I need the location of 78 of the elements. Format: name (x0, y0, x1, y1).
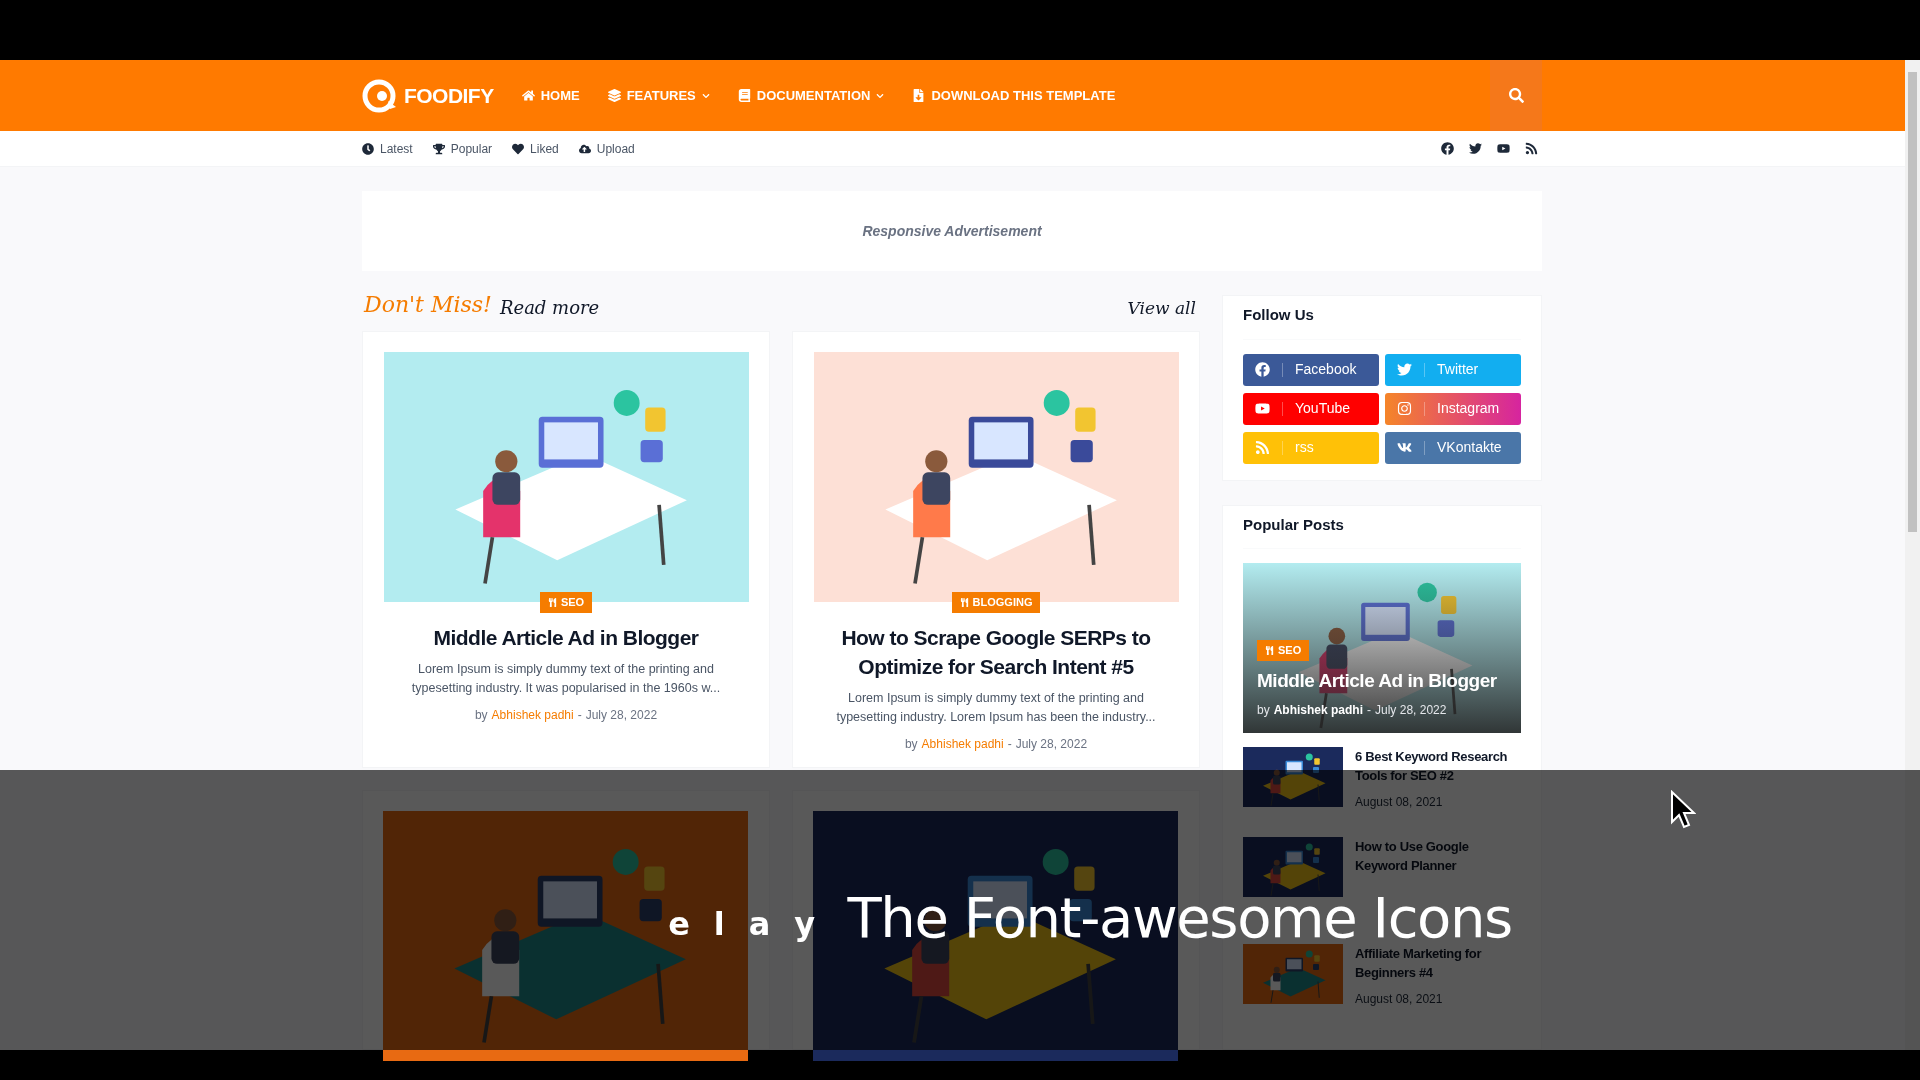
byline-prefix: by (474, 706, 488, 724)
caption-text: The Font-awesome Icons (847, 890, 1512, 946)
popular-post-title[interactable]: How to Use Google Keyword Planner (1355, 837, 1521, 875)
secondary-link[interactable]: Latest (362, 139, 413, 158)
widget-title: Popular Posts (1243, 513, 1521, 549)
trophy-icon (432, 142, 445, 155)
separator: - (1007, 735, 1012, 753)
category-tag[interactable]: SEO (1257, 640, 1310, 661)
separator: - (1367, 702, 1372, 719)
widget-title: Follow Us (1243, 304, 1521, 340)
file-icon (912, 89, 926, 102)
social-link[interactable] (1497, 142, 1510, 155)
twitter-icon (1469, 142, 1482, 155)
social-button[interactable]: Instagram (1385, 392, 1521, 425)
cursor-icon (1670, 790, 1696, 830)
heart-icon (512, 142, 525, 155)
book-icon (737, 89, 751, 102)
secondary-link[interactable]: Upload (578, 139, 635, 158)
byline-prefix: by (1257, 702, 1270, 719)
youtube-icon (1255, 401, 1270, 416)
utensils-icon (959, 597, 969, 607)
secondary-link[interactable]: Liked (512, 139, 559, 158)
social-button[interactable]: Twitter (1385, 353, 1521, 386)
utensils-icon (1265, 645, 1274, 655)
social-link[interactable] (1469, 142, 1482, 155)
post-excerpt: Lorem Ipsum is simply dummy text of the printing and typesetting industry. It was popularised in the 1960s w... (410, 660, 722, 697)
twitter-icon (1397, 362, 1412, 377)
social-link[interactable] (1525, 142, 1538, 155)
cloud-upload-icon (578, 142, 591, 155)
ad-label: Responsive Advertisement (862, 221, 1042, 241)
category-tag[interactable]: BLOGGING (951, 592, 1041, 613)
separator: - (577, 706, 582, 724)
vk-icon (1397, 440, 1412, 455)
author-link[interactable]: Abhishek padhi (921, 734, 1004, 753)
popular-post-title[interactable]: Affiliate Marketing for Beginners #4 (1355, 944, 1521, 982)
clock-icon (362, 142, 374, 155)
featured-post-title: Middle Article Ad in Blogger (1257, 668, 1497, 693)
author-link[interactable]: Abhishek padhi (1273, 701, 1364, 719)
social-button[interactable]: YouTube (1243, 392, 1379, 425)
nav-link[interactable]: FEATURES (607, 85, 710, 106)
chevron-down-icon (701, 91, 710, 100)
view-all-link[interactable]: View all (1127, 295, 1198, 321)
social-button[interactable]: VKontakte (1385, 431, 1521, 464)
site-logo[interactable]: FOODIFY (404, 79, 494, 112)
post-date: August 08, 2021 (1355, 991, 1444, 1008)
author-link[interactable]: Abhishek padhi (491, 705, 574, 724)
social-link[interactable] (1441, 142, 1454, 155)
instagram-icon (1397, 401, 1412, 416)
chevron-down-icon (876, 91, 885, 100)
caption-lead: e l a y (668, 908, 822, 940)
byline-prefix: by (904, 735, 918, 753)
post-title[interactable]: How to Scrape Google SERPs to Optimize for Search Intent #5 (813, 622, 1179, 681)
post-date: July 28, 2022 (1375, 702, 1447, 719)
secondary-link[interactable]: Popular (432, 139, 493, 158)
facebook-icon (1255, 362, 1270, 377)
rss-icon (1525, 142, 1538, 155)
social-button[interactable]: Facebook (1243, 353, 1379, 386)
post-date: July 28, 2022 (1015, 735, 1088, 753)
rss-icon (1255, 440, 1270, 455)
post-date: August 08, 2021 (1355, 794, 1444, 811)
featured-post[interactable]: SEO Middle Article Ad in Blogger by Abhishek padhi - July 28, 2022 (1243, 563, 1521, 733)
category-tag[interactable]: SEO (539, 592, 593, 613)
youtube-icon (1497, 142, 1510, 155)
popular-post-title[interactable]: 6 Best Keyword Research Tools for SEO #2 (1355, 747, 1521, 785)
scrollbar-thumb[interactable] (1908, 72, 1917, 532)
post-title[interactable]: Middle Article Ad in Blogger (433, 622, 699, 652)
layers-icon (607, 89, 621, 102)
nav-link[interactable]: HOME (521, 85, 580, 106)
nav-link[interactable]: DOCUMENTATION (737, 85, 885, 106)
home-icon (521, 89, 535, 102)
section-title: Read more (499, 296, 600, 320)
nav-link[interactable]: DOWNLOAD THIS TEMPLATE (912, 85, 1116, 106)
post-excerpt: Lorem Ipsum is simply dummy text of the printing and typesetting industry. Lorem Ipsum has been the industry... (835, 689, 1157, 726)
section-title-accent: Don't Miss! (364, 291, 492, 319)
search-icon (1508, 88, 1524, 103)
post-date: July 28, 2022 (585, 706, 658, 724)
utensils-icon (547, 597, 557, 607)
facebook-icon (1441, 142, 1454, 155)
